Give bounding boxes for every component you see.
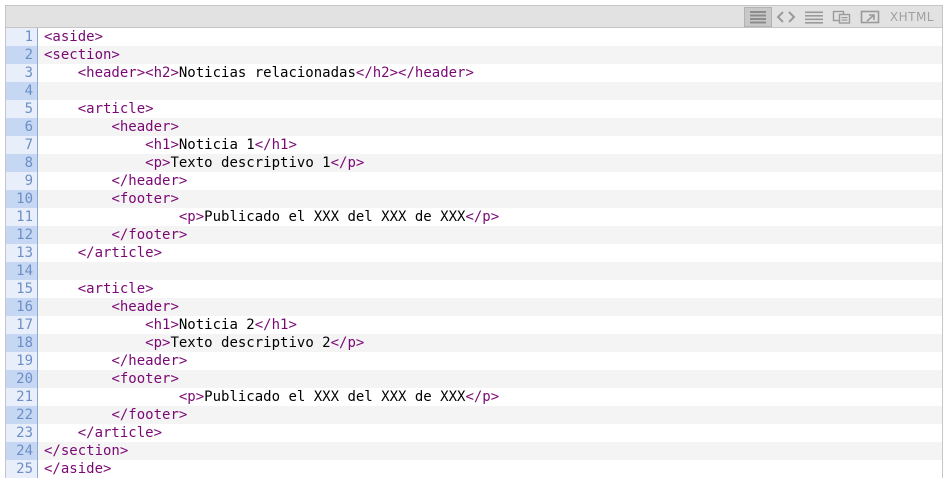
popup-window-button[interactable] <box>856 7 884 27</box>
code-brackets-icon <box>776 10 796 23</box>
code-line: 23 </article> <box>6 424 942 442</box>
line-number: 13 <box>6 244 38 262</box>
code-line: 24 </section> <box>6 442 942 460</box>
line-number: 15 <box>6 280 38 298</box>
line-code: <footer> <box>111 371 179 387</box>
line-number: 18 <box>6 334 38 352</box>
line-number: 14 <box>6 262 38 280</box>
line-code: </header> <box>111 173 188 189</box>
line-code: </footer> <box>111 407 188 423</box>
line-code: <header><h2>Noticias relacionadas</h2></… <box>77 65 474 81</box>
code-line: 12 </footer> <box>6 226 942 244</box>
wrap-lines-icon <box>804 11 823 24</box>
line-number: 3 <box>6 64 38 82</box>
code-line: 5 <article> <box>6 100 942 118</box>
code-line: 17 <h1>Noticia 2</h1> <box>6 316 942 334</box>
line-code: </footer> <box>111 227 188 243</box>
line-number: 5 <box>6 100 38 118</box>
code-line: 9 </header> <box>6 172 942 190</box>
line-number: 21 <box>6 388 38 406</box>
code-line: 21 <p>Publicado el XXX del XXX de XXX</p… <box>6 388 942 406</box>
line-code: <article> <box>77 281 154 297</box>
line-number: 25 <box>6 460 38 478</box>
line-number: 2 <box>6 46 38 64</box>
line-code <box>38 82 44 100</box>
code-line: 13 </article> <box>6 244 942 262</box>
line-number: 8 <box>6 154 38 172</box>
line-number: 22 <box>6 406 38 424</box>
code-line: 18 <p>Texto descriptivo 2</p> <box>6 334 942 352</box>
line-code: <aside> <box>44 29 104 45</box>
line-number: 17 <box>6 316 38 334</box>
line-code: <p>Texto descriptivo 2</p> <box>145 335 365 351</box>
line-number: 20 <box>6 370 38 388</box>
code-line: 4 <box>6 82 942 100</box>
line-code: </article> <box>77 245 163 261</box>
code-line: 1 <aside> <box>6 28 942 46</box>
code-line: 20 <footer> <box>6 370 942 388</box>
line-code: <section> <box>44 47 120 63</box>
code-line: 25 </aside> <box>6 460 942 478</box>
line-code: <p>Texto descriptivo 1</p> <box>145 155 365 171</box>
line-number: 16 <box>6 298 38 316</box>
code-viewer: XHTML 1 <aside> 2 <section> 3 <header><h2>No… <box>5 5 943 478</box>
line-number: 10 <box>6 190 38 208</box>
code-line: 16 <header> <box>6 298 942 316</box>
line-code <box>38 262 44 280</box>
line-number: 4 <box>6 82 38 100</box>
code-line: 11 <p>Publicado el XXX del XXX de XXX</p… <box>6 208 942 226</box>
line-code: <header> <box>111 119 179 135</box>
line-code: <h1>Noticia 1</h1> <box>145 137 297 153</box>
line-code: <footer> <box>111 191 179 207</box>
line-number: 19 <box>6 352 38 370</box>
line-number: 12 <box>6 226 38 244</box>
code-line: 15 <article> <box>6 280 942 298</box>
line-code: </aside> <box>44 461 112 477</box>
code-line: 10 <footer> <box>6 190 942 208</box>
line-number: 24 <box>6 442 38 460</box>
line-number: 7 <box>6 136 38 154</box>
line-code: <h1>Noticia 2</h1> <box>145 317 297 333</box>
copy-icon <box>832 10 851 24</box>
code-line: 6 <header> <box>6 118 942 136</box>
line-code: </section> <box>44 443 129 459</box>
code-line: 3 <header><h2>Noticias relacionadas</h2>… <box>6 64 942 82</box>
line-code: <article> <box>77 101 154 117</box>
code-line: 2 <section> <box>6 46 942 64</box>
line-number: 6 <box>6 118 38 136</box>
code-toolbar: XHTML <box>6 6 942 28</box>
line-code: <p>Publicado el XXX del XXX de XXX</p> <box>178 209 500 225</box>
copy-button[interactable] <box>828 7 856 27</box>
code-lines: 1 <aside> 2 <section> 3 <header><h2>Noticias… <box>6 28 942 478</box>
code-line: 14 <box>6 262 942 280</box>
code-line: 19 </header> <box>6 352 942 370</box>
view-source-button[interactable] <box>743 6 772 27</box>
line-number: 1 <box>6 28 38 46</box>
line-number: 9 <box>6 172 38 190</box>
line-number: 11 <box>6 208 38 226</box>
code-brackets-button[interactable] <box>772 7 800 27</box>
line-code: </header> <box>111 353 188 369</box>
line-code: </article> <box>77 425 163 441</box>
line-code: <p>Publicado el XXX del XXX de XXX</p> <box>178 389 500 405</box>
code-line: 22 </footer> <box>6 406 942 424</box>
view-source-icon <box>749 10 766 23</box>
code-line: 7 <h1>Noticia 1</h1> <box>6 136 942 154</box>
line-code: <header> <box>111 299 179 315</box>
line-number: 23 <box>6 424 38 442</box>
code-line: 8 <p>Texto descriptivo 1</p> <box>6 154 942 172</box>
language-label: XHTML <box>889 9 934 24</box>
popup-window-icon <box>860 10 880 23</box>
wrap-lines-button[interactable] <box>800 7 828 27</box>
